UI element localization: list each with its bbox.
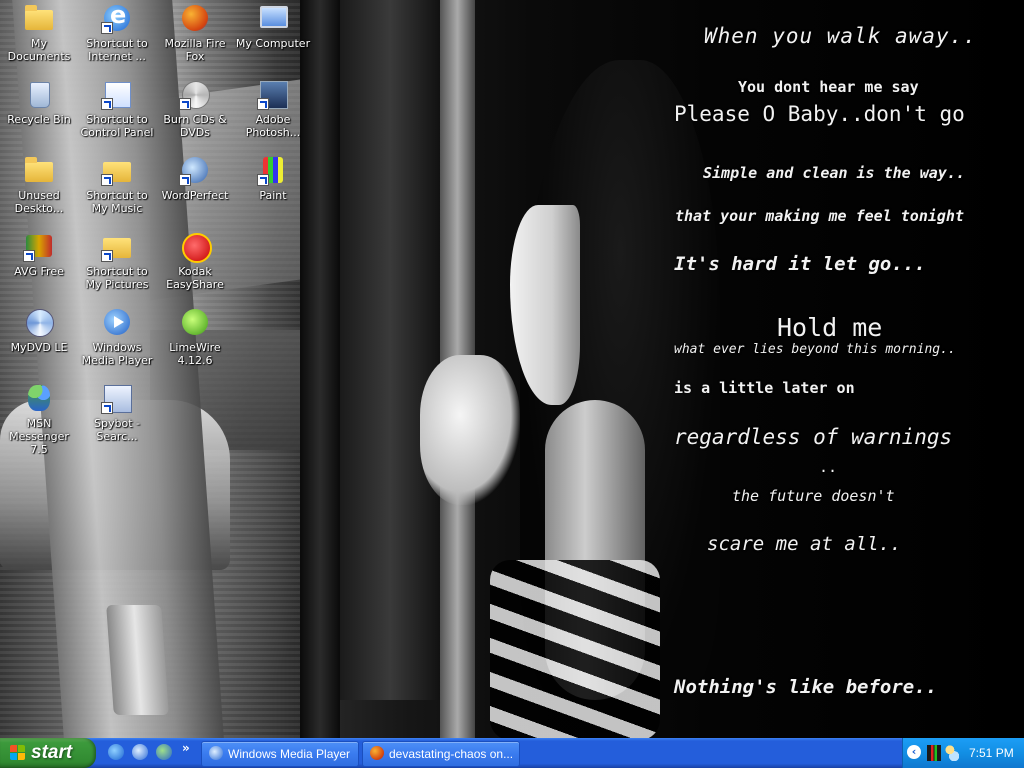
desktop-icon-paint[interactable]: Paint bbox=[234, 152, 312, 226]
desktop-icon-label: Kodak EasyShare bbox=[166, 265, 224, 291]
desktop-icon-label: Shortcut to Control Panel bbox=[80, 113, 154, 139]
lyric-line: It's hard it let go... bbox=[674, 253, 926, 275]
shortcut-arrow-icon bbox=[257, 98, 269, 110]
taskbar-button-windows-media-player[interactable]: Windows Media Player bbox=[201, 741, 359, 767]
shortcut-arrow-icon bbox=[179, 174, 191, 186]
windows-logo-icon bbox=[10, 745, 26, 761]
desktop-icon-recycle-bin[interactable]: Recycle Bin bbox=[0, 76, 78, 150]
desktop-icon-label: Paint bbox=[259, 189, 287, 202]
desktop-icon-internet-explorer[interactable]: Shortcut to Internet ... bbox=[78, 0, 156, 74]
shortcut-arrow-icon bbox=[101, 402, 113, 414]
desktop-icon-burn-cds[interactable]: Burn CDs & DVDs bbox=[156, 76, 234, 150]
desktop-icon-firefox[interactable]: Mozilla Fire Fox bbox=[156, 0, 234, 74]
firefox-icon bbox=[182, 5, 208, 31]
desktop-icon-label: My Computer bbox=[235, 37, 311, 50]
folder-documents-icon bbox=[25, 5, 53, 30]
wallpaper-figure-hand bbox=[420, 355, 520, 505]
desktop-icon-my-computer[interactable]: My Computer bbox=[234, 0, 312, 74]
my-computer-icon bbox=[260, 6, 288, 28]
desktop-icon-label: Unused Deskto... bbox=[14, 189, 64, 215]
desktop-icon-photoshop[interactable]: Adobe Photosh... bbox=[234, 76, 312, 150]
desktop-icon-windows-media-player[interactable]: Windows Media Player bbox=[78, 304, 156, 378]
start-button[interactable]: start bbox=[0, 738, 96, 768]
desktop-icon-label: Windows Media Player bbox=[81, 341, 153, 367]
desktop-icon-wordperfect[interactable]: WordPerfect bbox=[156, 152, 234, 226]
desktop-icon-label: Recycle Bin bbox=[7, 113, 71, 126]
system-tray: ‹ 7:51 PM bbox=[902, 738, 1024, 768]
desktop-icon-label: Shortcut to My Music bbox=[86, 189, 148, 215]
lyric-line: the future doesn't bbox=[732, 487, 895, 505]
desktop-icon-spybot[interactable]: Spybot - Searc... bbox=[78, 380, 156, 454]
lyric-line: .. bbox=[819, 458, 838, 476]
lyric-line: When you walk away.. bbox=[704, 24, 977, 48]
desktop-icon-label: MSN Messenger 7.5 bbox=[9, 417, 69, 456]
mydvd-icon bbox=[26, 309, 54, 337]
folder-icon bbox=[25, 157, 53, 182]
msn-messenger-icon bbox=[28, 385, 50, 411]
desktop-icon-avg-free[interactable]: AVG Free bbox=[0, 228, 78, 302]
desktop-icon-label: Adobe Photosh... bbox=[245, 113, 301, 139]
wallpaper-door-latch bbox=[106, 605, 169, 715]
desktop-icon-my-music[interactable]: Shortcut to My Music bbox=[78, 152, 156, 226]
msn-messenger-icon[interactable] bbox=[156, 744, 172, 760]
lyric-line: regardless of warnings bbox=[674, 425, 953, 449]
desktop-icon-mydvd[interactable]: MyDVD LE bbox=[0, 304, 78, 378]
network-icon[interactable] bbox=[945, 745, 959, 761]
desktop-icon-label: AVG Free bbox=[14, 265, 64, 278]
recycle-bin-icon bbox=[30, 82, 50, 108]
desktop-icon-unused-desktop[interactable]: Unused Deskto... bbox=[0, 152, 78, 226]
desktop-icon-label: Burn CDs & DVDs bbox=[163, 113, 227, 139]
taskbar: start » Windows Media Player devastating… bbox=[0, 738, 1024, 768]
wallpaper-window-glass bbox=[340, 0, 440, 700]
desktop-icon-kodak[interactable]: Kodak EasyShare bbox=[156, 228, 234, 302]
desktop-icon-limewire[interactable]: LimeWire 4.12.6 bbox=[156, 304, 234, 378]
lyric-line: Please O Baby..don't go bbox=[674, 102, 965, 126]
internet-explorer-icon[interactable] bbox=[108, 744, 124, 760]
limewire-icon bbox=[182, 309, 208, 335]
desktop-icon-label: WordPerfect bbox=[161, 189, 229, 202]
desktop-icon-label: Shortcut to Internet ... bbox=[86, 37, 148, 63]
firefox-icon bbox=[370, 746, 384, 760]
taskbar-button-label: Windows Media Player bbox=[228, 747, 351, 761]
desktop-icon-msn-messenger[interactable]: MSN Messenger 7.5 bbox=[0, 380, 78, 456]
windows-media-player-icon bbox=[104, 309, 130, 335]
clock[interactable]: 7:51 PM bbox=[969, 746, 1014, 760]
windows-media-player-icon[interactable] bbox=[132, 744, 148, 760]
lyric-line: is a little later on bbox=[674, 379, 855, 397]
shortcut-arrow-icon bbox=[101, 174, 113, 186]
desktop-icon-label: Shortcut to My Pictures bbox=[85, 265, 149, 291]
shortcut-arrow-icon bbox=[101, 22, 113, 34]
quick-launch-more-button[interactable]: » bbox=[182, 741, 190, 755]
shortcut-arrow-icon bbox=[257, 174, 269, 186]
start-label: start bbox=[31, 742, 73, 763]
shortcut-arrow-icon bbox=[23, 250, 35, 262]
shortcut-arrow-icon bbox=[101, 98, 113, 110]
desktop-icon-label: Spybot - Searc... bbox=[94, 417, 140, 443]
lyric-line: that your making me feel tonight bbox=[675, 207, 964, 225]
shortcut-arrow-icon bbox=[179, 98, 191, 110]
kodak-icon bbox=[182, 233, 212, 263]
taskbar-button-firefox[interactable]: devastating-chaos on... bbox=[362, 741, 520, 767]
taskbar-button-label: devastating-chaos on... bbox=[389, 747, 513, 761]
shortcut-arrow-icon bbox=[101, 250, 113, 262]
desktop-icon-my-pictures[interactable]: Shortcut to My Pictures bbox=[78, 228, 156, 302]
lyric-line: Nothing's like before.. bbox=[674, 676, 938, 698]
lyric-line: Hold me bbox=[777, 313, 883, 342]
lyric-line: scare me at all.. bbox=[707, 533, 902, 555]
desktop-icon-label: MyDVD LE bbox=[10, 341, 68, 354]
desktop-icon-label: My Documents bbox=[7, 37, 71, 63]
desktop-icon-my-documents[interactable]: My Documents bbox=[0, 0, 78, 74]
wallpaper-figure-shirt bbox=[490, 560, 660, 738]
desktop-icon-label: LimeWire 4.12.6 bbox=[169, 341, 221, 367]
tray-expand-button[interactable]: ‹ bbox=[907, 745, 921, 759]
lyric-line: You dont hear me say bbox=[738, 78, 919, 96]
desktop-icon-control-panel[interactable]: Shortcut to Control Panel bbox=[78, 76, 156, 150]
windows-media-player-icon bbox=[209, 746, 223, 760]
lyric-line: Simple and clean is the way.. bbox=[703, 164, 965, 182]
volume-meter-icon[interactable] bbox=[927, 745, 941, 761]
lyric-line: what ever lies beyond this morning.. bbox=[674, 342, 956, 357]
desktop-icon-label: Mozilla Fire Fox bbox=[164, 37, 226, 63]
